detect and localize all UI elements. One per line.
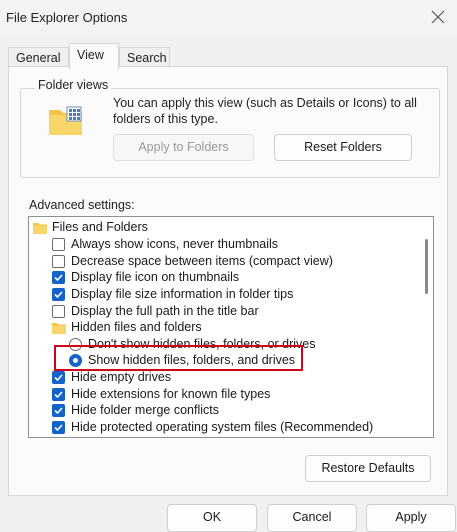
checkbox-checked[interactable] <box>52 404 65 417</box>
checkbox-checked[interactable] <box>52 388 65 401</box>
option-label: Decrease space between items (compact vi… <box>71 254 333 268</box>
tab-view[interactable]: View <box>69 43 119 70</box>
advanced-settings-tree[interactable]: Files and Folders Always show icons, nev… <box>28 216 434 438</box>
option-decrease-space[interactable]: Decrease space between items (compact vi… <box>29 253 419 270</box>
checkbox-checked[interactable] <box>52 288 65 301</box>
folder-views-icon <box>49 106 82 135</box>
option-hide-protected-files[interactable]: Hide protected operating system files (R… <box>29 419 419 436</box>
option-label: Display the full path in the title bar <box>71 304 259 318</box>
annotation-highlight-box <box>54 345 303 371</box>
option-hide-empty-drives[interactable]: Hide empty drives <box>29 369 419 386</box>
window-title: File Explorer Options <box>6 10 128 25</box>
folder-icon <box>52 323 66 334</box>
apply-to-folders-button[interactable]: Apply to Folders <box>113 134 254 161</box>
option-always-show-icons[interactable]: Always show icons, never thumbnails <box>29 236 419 253</box>
checkbox[interactable] <box>52 238 65 251</box>
ok-button[interactable]: OK <box>167 504 257 532</box>
option-label: Always show icons, never thumbnails <box>71 237 279 251</box>
option-label: Hide folder merge conflicts <box>71 403 219 417</box>
close-icon[interactable] <box>427 6 449 28</box>
tree-folder-files-and-folders: Files and Folders <box>29 219 419 236</box>
title-bar: File Explorer Options <box>0 0 457 36</box>
option-label: Hide protected operating system files (R… <box>71 420 374 434</box>
checkbox[interactable] <box>52 255 65 268</box>
reset-folders-button[interactable]: Reset Folders <box>274 134 412 161</box>
option-display-file-icon[interactable]: Display file icon on thumbnails <box>29 269 419 286</box>
folder-views-legend: Folder views <box>35 78 112 92</box>
checkbox-checked[interactable] <box>52 371 65 384</box>
apply-button[interactable]: Apply <box>366 504 456 532</box>
checkbox-checked[interactable] <box>52 421 65 434</box>
tree-folder-hidden-files: Hidden files and folders <box>29 319 419 336</box>
tree-label: Files and Folders <box>52 220 148 234</box>
tree-label: Hidden files and folders <box>71 320 202 334</box>
option-hide-merge-conflicts[interactable]: Hide folder merge conflicts <box>29 402 419 419</box>
checkbox[interactable] <box>52 305 65 318</box>
option-display-full-path[interactable]: Display the full path in the title bar <box>29 303 419 320</box>
checkbox-checked[interactable] <box>52 271 65 284</box>
option-label: Hide extensions for known file types <box>71 387 271 401</box>
restore-defaults-button[interactable]: Restore Defaults <box>305 455 431 482</box>
folder-views-description: You can apply this view (such as Details… <box>113 96 417 126</box>
advanced-settings-label: Advanced settings: <box>29 198 135 212</box>
option-label: Hide empty drives <box>71 370 172 384</box>
option-label: Display file icon on thumbnails <box>71 270 240 284</box>
option-hide-extensions[interactable]: Hide extensions for known file types <box>29 386 419 403</box>
cancel-button[interactable]: Cancel <box>267 504 357 532</box>
vertical-scrollbar[interactable] <box>421 217 433 437</box>
scrollbar-thumb[interactable] <box>425 239 428 294</box>
folder-icon <box>33 223 47 234</box>
option-label: Display file size information in folder … <box>71 287 294 301</box>
option-display-file-size[interactable]: Display file size information in folder … <box>29 286 419 303</box>
